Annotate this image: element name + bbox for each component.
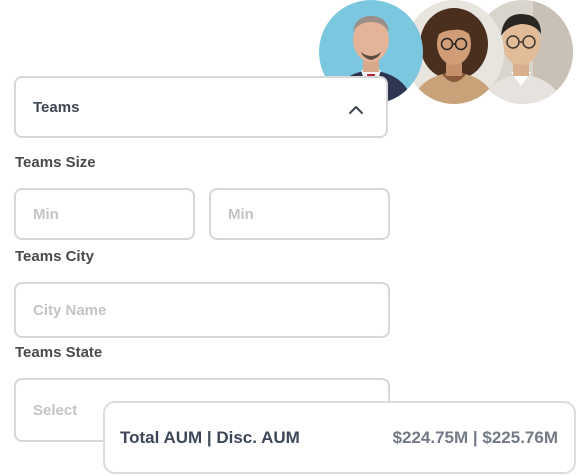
teams-dropdown-label: Teams (33, 98, 80, 116)
teams-dropdown[interactable]: Teams (14, 76, 388, 138)
aum-summary-card: Total AUM | Disc. AUM $224.75M | $225.76… (103, 401, 576, 474)
teams-size-max-input[interactable]: Min (209, 188, 390, 240)
teams-size-label: Teams Size (15, 154, 96, 171)
aum-label: Total AUM | Disc. AUM (120, 427, 300, 447)
teams-city-label: Teams City (15, 248, 94, 265)
teams-size-max-placeholder: Min (228, 205, 254, 223)
teams-state-label: Teams State (15, 344, 103, 361)
aum-value: $224.75M | $225.76M (392, 427, 558, 447)
chevron-up-icon[interactable] (348, 102, 364, 114)
teams-size-min-input[interactable]: Min (14, 188, 195, 240)
teams-state-placeholder: Select (33, 402, 78, 419)
teams-size-min-placeholder: Min (33, 205, 59, 223)
team-filter-panel: Teams Teams Size Min Min Teams City City… (0, 0, 576, 476)
teams-city-placeholder: City Name (33, 301, 107, 319)
teams-city-input[interactable]: City Name (14, 282, 390, 338)
